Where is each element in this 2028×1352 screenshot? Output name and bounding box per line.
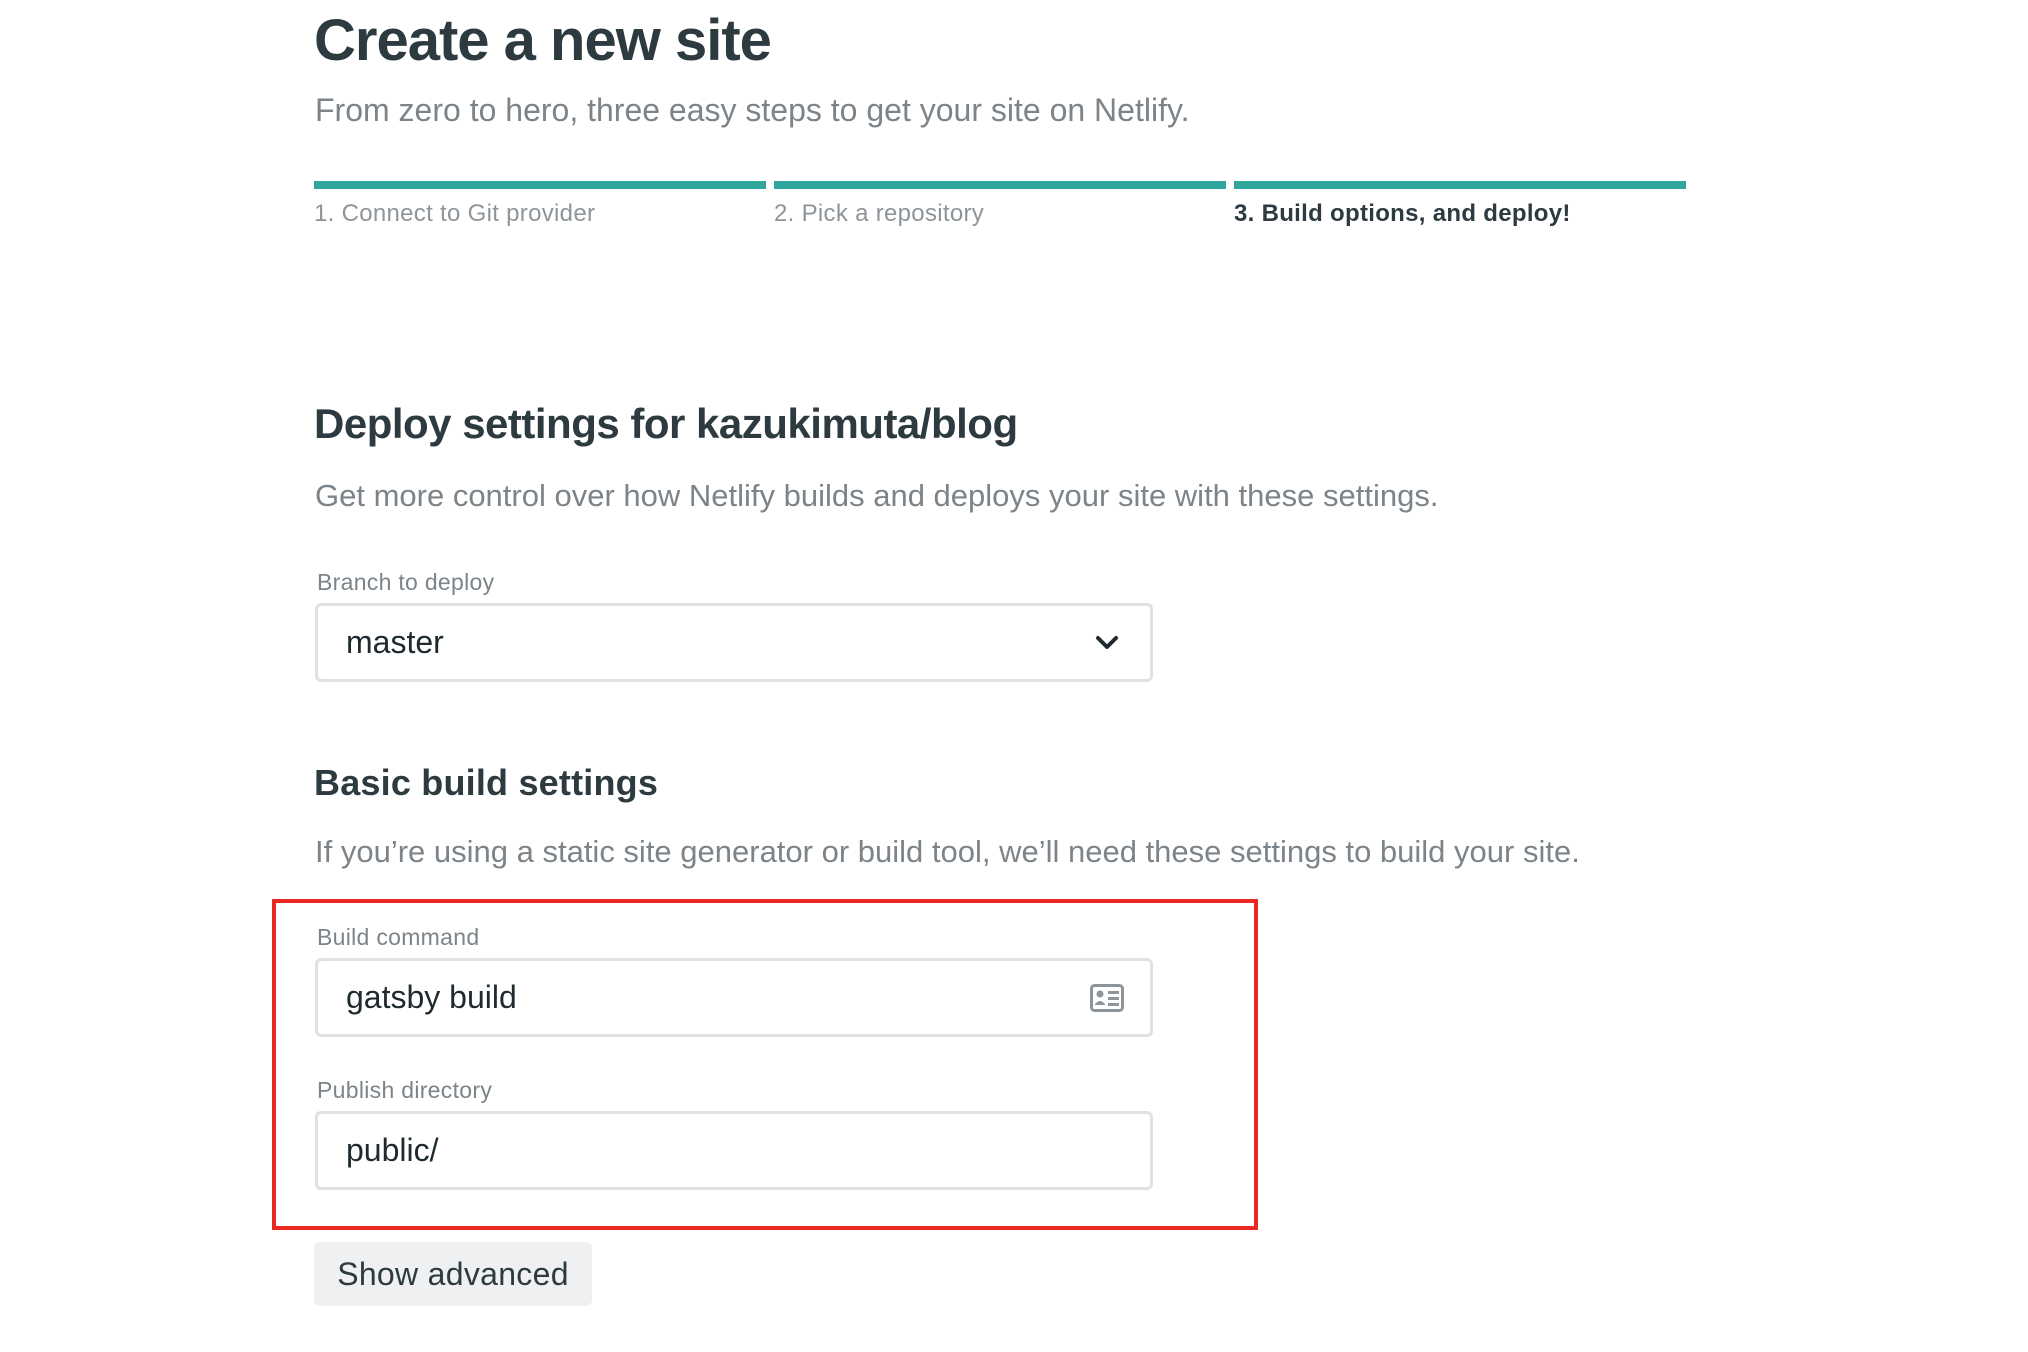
deploy-settings-description: Get more control over how Netlify builds… (315, 478, 1439, 513)
show-advanced-button[interactable]: Show advanced (314, 1242, 592, 1306)
step-connect-git[interactable]: 1. Connect to Git provider (314, 181, 766, 228)
basic-build-title: Basic build settings (314, 762, 659, 803)
step-label: 3. Build options, and deploy! (1234, 200, 1571, 227)
branch-select[interactable]: master (315, 603, 1153, 682)
step-progress: 1. Connect to Git provider 2. Pick a rep… (314, 181, 1694, 241)
publish-directory-input[interactable]: public/ (315, 1111, 1153, 1190)
page-title: Create a new site (314, 8, 772, 73)
chevron-down-icon (1092, 628, 1122, 658)
build-command-value: gatsby build (346, 979, 517, 1015)
publish-directory-value: public/ (346, 1132, 439, 1168)
build-command-label: Build command (317, 924, 480, 950)
branch-label: Branch to deploy (317, 569, 495, 595)
deploy-settings-title: Deploy settings for kazukimuta/blog (314, 400, 1018, 447)
basic-build-description: If you’re using a static site generator … (315, 834, 1580, 869)
step-pick-repository[interactable]: 2. Pick a repository (774, 181, 1226, 228)
publish-directory-label: Publish directory (317, 1077, 493, 1103)
step-build-deploy: 3. Build options, and deploy! (1234, 181, 1686, 228)
create-site-page: Create a new site From zero to hero, thr… (0, 0, 2028, 1352)
step-bar (1234, 181, 1686, 189)
step-bar (314, 181, 766, 189)
contact-card-icon[interactable] (1090, 983, 1124, 1012)
branch-select-value: master (346, 624, 444, 660)
step-label: 2. Pick a repository (774, 200, 985, 227)
page-subtitle: From zero to hero, three easy steps to g… (315, 92, 1190, 128)
build-command-input[interactable]: gatsby build (315, 958, 1153, 1037)
step-label: 1. Connect to Git provider (314, 200, 596, 227)
step-bar (774, 181, 1226, 189)
